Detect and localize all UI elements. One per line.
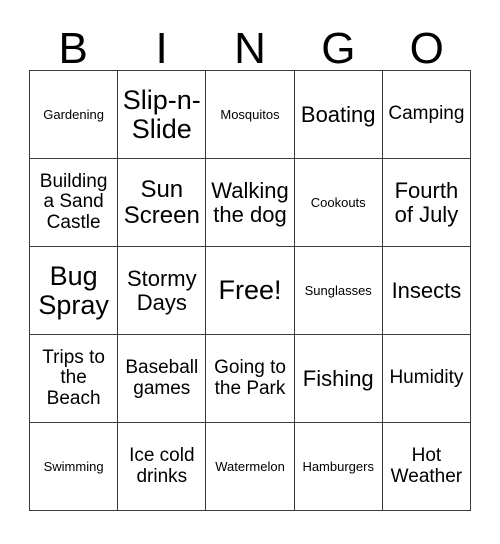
- bingo-header-letter: I: [155, 24, 168, 74]
- bingo-row: Gardening Slip-n-Slide Mosquitos Boating…: [30, 71, 472, 159]
- bingo-cell-label: Camping: [388, 103, 465, 125]
- bingo-cell[interactable]: Stormy Days: [118, 247, 207, 335]
- bingo-cell[interactable]: Mosquitos: [206, 71, 295, 159]
- bingo-cell-label: Baseball games: [125, 357, 199, 399]
- bingo-card: B I N G O Gardening Slip-n-Slide Mosquit…: [29, 14, 472, 511]
- bingo-row: Bug Spray Stormy Days Free! Sunglasses I…: [30, 247, 472, 335]
- bingo-cell[interactable]: Camping: [382, 71, 472, 159]
- bingo-cell-label: Free!: [218, 275, 282, 306]
- bingo-cell-free[interactable]: Free!: [206, 247, 295, 335]
- bingo-cell[interactable]: Fourth of July: [382, 159, 472, 247]
- bingo-cell-label: Hamburgers: [302, 458, 374, 474]
- bingo-cell[interactable]: Boating: [294, 71, 383, 159]
- bingo-cell[interactable]: Hamburgers: [294, 423, 383, 511]
- bingo-cell-label: Insects: [391, 277, 462, 303]
- bingo-cell[interactable]: Humidity: [382, 335, 472, 423]
- bingo-cell-label: Cookouts: [310, 194, 366, 210]
- bingo-header-cell-b: B: [29, 14, 117, 74]
- bingo-header-cell-n: N: [206, 14, 294, 74]
- bingo-cell-label: Mosquitos: [220, 106, 280, 122]
- bingo-header-row: B I N G O: [29, 14, 471, 74]
- bingo-cell[interactable]: Swimming: [30, 423, 119, 511]
- bingo-cell-label: Gardening: [43, 106, 104, 122]
- bingo-cell[interactable]: Sunglasses: [294, 247, 383, 335]
- bingo-row: Trips to the Beach Baseball games Going …: [30, 335, 472, 423]
- bingo-grid: Gardening Slip-n-Slide Mosquitos Boating…: [29, 70, 472, 511]
- bingo-cell-label: Humidity: [389, 367, 464, 389]
- bingo-cell-label: Boating: [300, 101, 376, 127]
- bingo-cell[interactable]: Fishing: [294, 335, 383, 423]
- bingo-cell[interactable]: Walking the dog: [206, 159, 295, 247]
- bingo-cell[interactable]: Watermelon: [206, 423, 295, 511]
- bingo-cell-label: Going to the Park: [214, 357, 286, 399]
- bingo-cell-label: Bug Spray: [38, 260, 109, 320]
- bingo-cell-label: Slip-n-Slide: [122, 84, 201, 144]
- bingo-header-letter: G: [321, 24, 356, 74]
- bingo-cell-label: Ice cold drinks: [129, 445, 195, 487]
- bingo-cell-label: Stormy Days: [126, 265, 197, 315]
- bingo-cell-label: Sunglasses: [304, 282, 372, 298]
- bingo-cell-label: Trips to the Beach: [42, 347, 105, 409]
- bingo-cell[interactable]: Ice cold drinks: [118, 423, 207, 511]
- bingo-header-letter: B: [58, 24, 88, 74]
- bingo-row: Swimming Ice cold drinks Watermelon Hamb…: [30, 423, 472, 511]
- bingo-cell-label: Swimming: [43, 458, 104, 474]
- bingo-cell-label: Fourth of July: [394, 177, 459, 227]
- bingo-cell[interactable]: Gardening: [30, 71, 119, 159]
- bingo-cell[interactable]: Hot Weather: [382, 423, 472, 511]
- bingo-cell-label: Fishing: [302, 365, 374, 391]
- bingo-header-cell-g: G: [294, 14, 382, 74]
- bingo-cell[interactable]: Baseball games: [118, 335, 207, 423]
- bingo-cell[interactable]: Insects: [382, 247, 472, 335]
- bingo-cell[interactable]: Sun Screen: [118, 159, 207, 247]
- bingo-header-letter: N: [234, 24, 266, 74]
- bingo-header-letter: O: [409, 24, 444, 74]
- bingo-header-cell-o: O: [383, 14, 471, 74]
- bingo-cell-label: Building a Sand Castle: [39, 171, 108, 233]
- bingo-cell[interactable]: Slip-n-Slide: [118, 71, 207, 159]
- bingo-header-cell-i: I: [117, 14, 205, 74]
- bingo-cell[interactable]: Bug Spray: [30, 247, 119, 335]
- bingo-cell[interactable]: Trips to the Beach: [30, 335, 119, 423]
- bingo-cell-label: Sun Screen: [123, 175, 200, 229]
- bingo-cell[interactable]: Going to the Park: [206, 335, 295, 423]
- bingo-cell[interactable]: Cookouts: [294, 159, 383, 247]
- bingo-cell-label: Walking the dog: [211, 177, 289, 227]
- bingo-row: Building a Sand Castle Sun Screen Walkin…: [30, 159, 472, 247]
- bingo-cell-label: Watermelon: [215, 458, 285, 474]
- bingo-cell[interactable]: Building a Sand Castle: [30, 159, 119, 247]
- bingo-cell-label: Hot Weather: [390, 445, 463, 487]
